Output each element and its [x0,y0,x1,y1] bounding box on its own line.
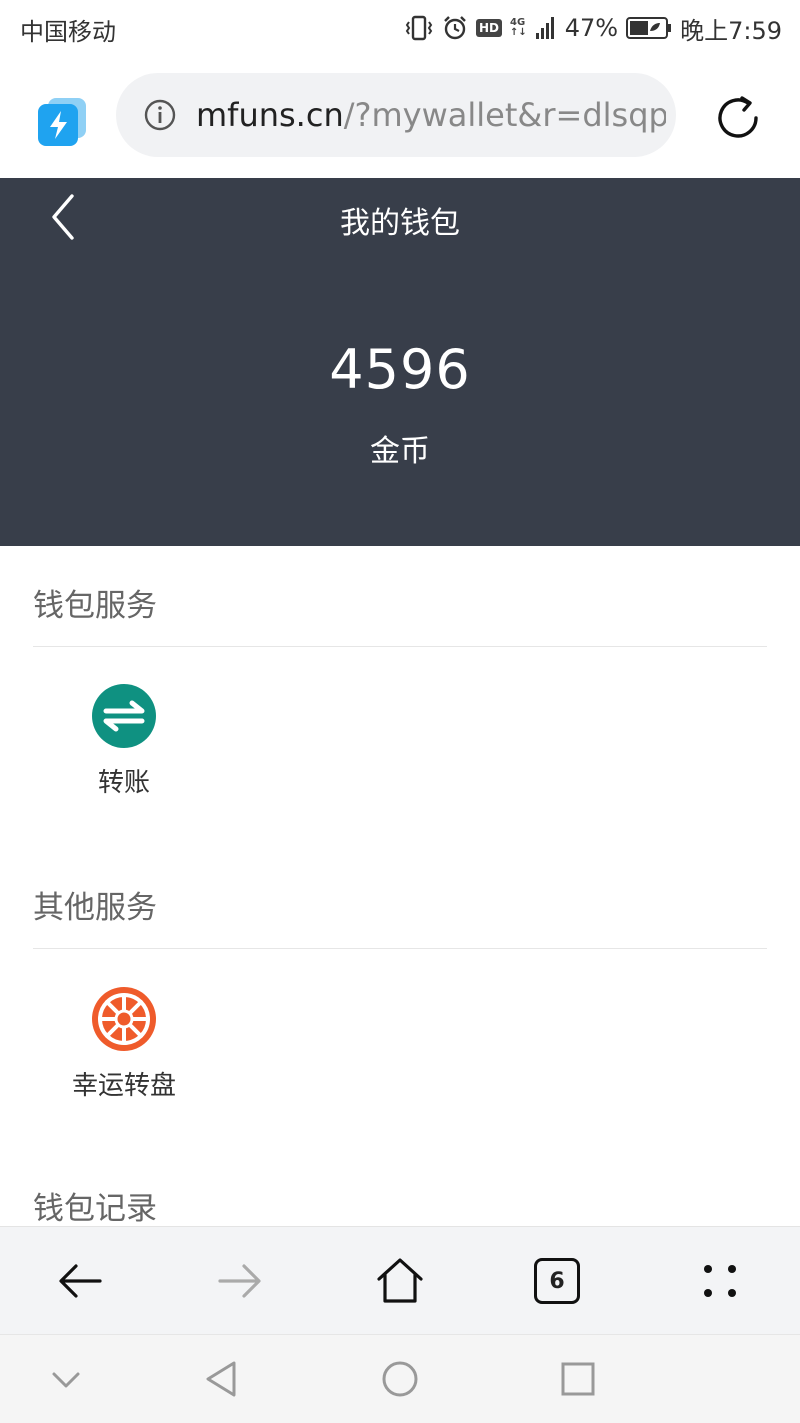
transfer-label: 转账 [97,768,150,798]
forward-icon[interactable] [214,1255,266,1307]
transfer-button[interactable]: 转账 [34,684,214,799]
battery-percent: 47% [564,14,619,42]
browser-address-bar: mfuns.cn/?mywallet&r=dlsqp [0,56,800,178]
browser-logo-icon[interactable] [36,96,88,148]
tab-count: 6 [549,1268,565,1294]
section-title-other-services: 其他服务 [33,890,157,926]
lucky-wheel-button[interactable]: 幸运转盘 [34,987,214,1102]
nav-recents-icon[interactable] [558,1359,598,1399]
divider [33,948,767,949]
carrier-name: 中国移动 [20,18,116,46]
status-bar: 中国移动 HD 4G ↑↓ 47% 晚上7:59 [0,0,800,56]
url-field[interactable]: mfuns.cn/?mywallet&r=dlsqp [116,73,676,157]
url-path: /?mywallet&r=dlsqp [343,96,666,134]
balance-unit: 金币 [370,434,430,469]
clock: 晚上7:59 [680,16,782,45]
network-type: 4G ↑↓ [510,18,527,38]
section-title-wallet-records: 钱包记录 [33,1191,157,1227]
tabs-button[interactable]: 6 [534,1258,580,1304]
page-title: 我的钱包 [340,206,460,241]
lucky-wheel-icon [92,987,156,1051]
system-nav-bar [0,1334,800,1423]
section-title-wallet-services: 钱包服务 [33,588,157,624]
vibrate-icon [405,15,433,41]
nav-back-icon[interactable] [202,1359,242,1399]
alarm-icon [444,16,466,40]
divider [33,646,767,647]
nav-home-icon[interactable] [380,1359,420,1399]
browser-toolbar: 6 [0,1226,800,1335]
reload-icon[interactable] [712,92,764,144]
status-icons: HD 4G ↑↓ 47% 晚上7:59 [404,10,782,46]
menu-dots-icon[interactable] [694,1255,746,1307]
coin-balance: 4596 [329,338,471,401]
url-host: mfuns.cn [196,96,344,134]
info-icon[interactable] [144,99,176,131]
wallet-header: 我的钱包 4596 金币 [0,178,800,546]
signal-icon [535,17,554,39]
chevron-down-icon[interactable] [46,1359,86,1399]
url-text[interactable]: mfuns.cn/?mywallet&r=dlsqp [196,96,666,134]
hd-badge: HD [475,19,502,37]
data-arrows-icon: ↑↓ [509,27,527,38]
back-icon[interactable] [54,1255,106,1307]
battery-icon [626,17,672,39]
transfer-icon [92,684,156,748]
home-icon[interactable] [374,1255,426,1307]
lucky-wheel-label: 幸运转盘 [71,1071,176,1101]
